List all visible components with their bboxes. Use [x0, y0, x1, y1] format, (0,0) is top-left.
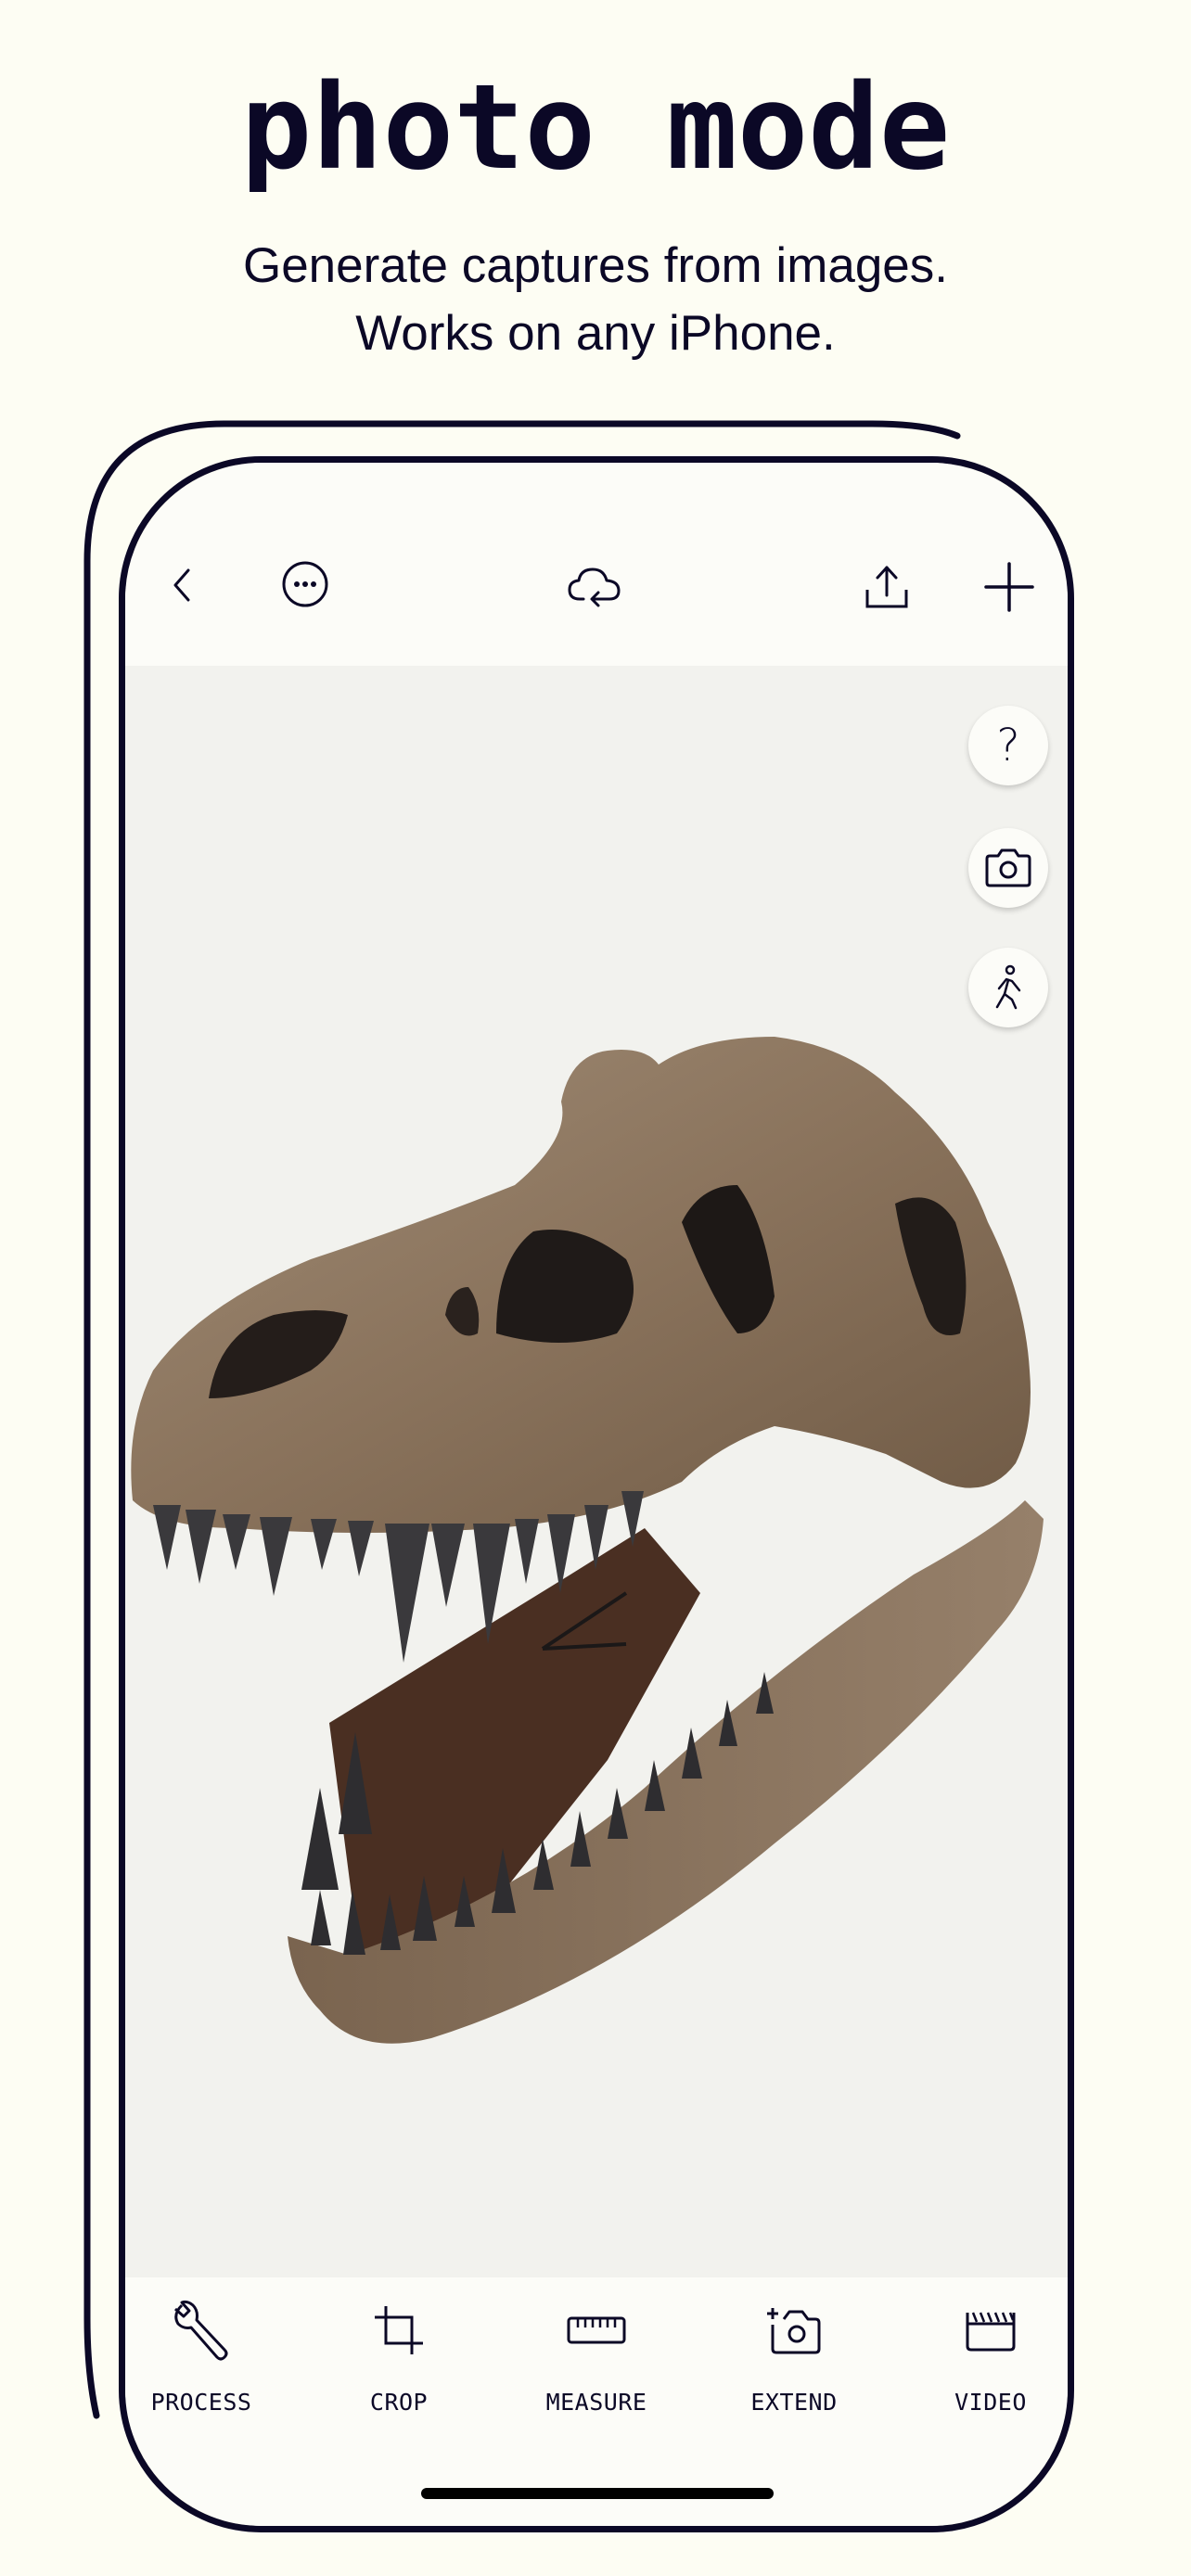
add-button[interactable]	[980, 557, 1039, 617]
help-button[interactable]: ?	[968, 706, 1048, 785]
walking-person-icon	[995, 964, 1021, 1010]
toolbar-item-extend[interactable]: EXTEND	[701, 2289, 887, 2437]
question-icon: ?	[996, 720, 1020, 772]
plus-icon	[984, 562, 1034, 612]
ellipsis-circle-icon	[282, 561, 328, 607]
toolbar-item-measure[interactable]: MEASURE	[504, 2289, 689, 2437]
phone-screen: ? PROCESS CROP MEASURE EXTEND VIDEO	[125, 463, 1068, 2526]
toolbar-item-process[interactable]: PROCESS	[125, 2289, 294, 2437]
skull-quadrate-gap	[772, 1437, 858, 1519]
back-button[interactable]	[153, 555, 212, 615]
ruler-icon	[567, 2316, 626, 2344]
toolbar-item-crop[interactable]: CROP	[306, 2289, 492, 2437]
toolbar-label: EXTEND	[750, 2389, 838, 2416]
toolbar-label: VIDEO	[954, 2389, 1027, 2416]
skull-model[interactable]	[125, 666, 1068, 2277]
share-button[interactable]	[857, 557, 916, 617]
app-header	[125, 463, 1068, 666]
camera-icon	[985, 848, 1031, 887]
clapperboard-icon	[966, 2312, 1016, 2352]
toolbar-label: PROCESS	[150, 2389, 252, 2416]
toolbar-label: MEASURE	[545, 2389, 647, 2416]
share-icon	[865, 566, 908, 608]
toolbar-label: CROP	[369, 2389, 429, 2416]
cloud-sync-button[interactable]	[567, 559, 626, 618]
chevron-left-icon	[173, 568, 190, 602]
walk-mode-button[interactable]	[968, 948, 1048, 1027]
more-button[interactable]	[275, 555, 335, 614]
toolbar-item-video[interactable]: VIDEO	[898, 2289, 1068, 2437]
snapshot-button[interactable]	[968, 828, 1048, 908]
camera-plus-icon	[767, 2308, 821, 2354]
home-indicator[interactable]	[421, 2488, 774, 2499]
cloud-sync-icon	[568, 567, 621, 607]
wrench-icon	[174, 2300, 228, 2361]
crop-icon	[375, 2306, 423, 2354]
model-viewer[interactable]: ?	[125, 666, 1068, 2277]
